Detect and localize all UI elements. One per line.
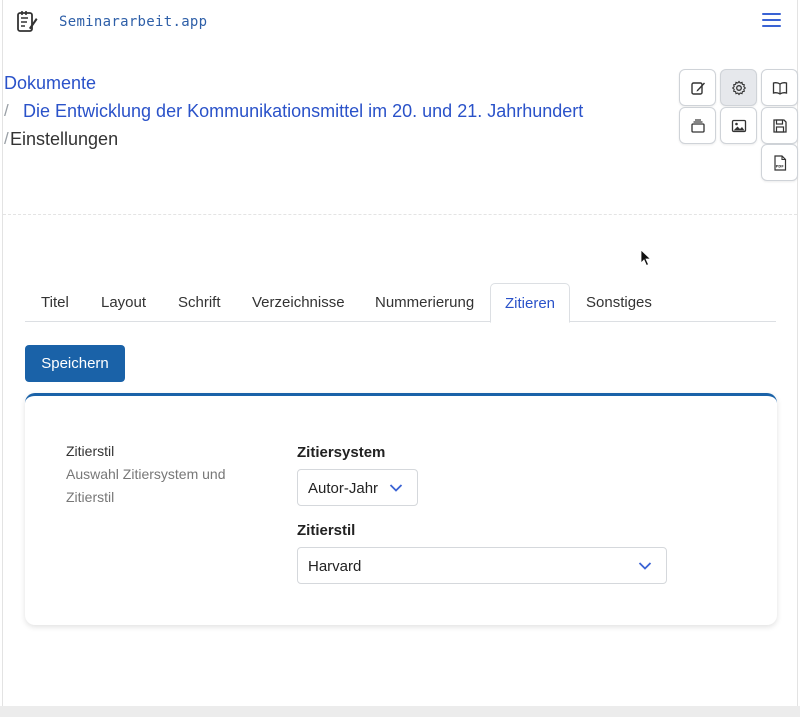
breadcrumb-current: Einstellungen [10,129,119,149]
tab-layout[interactable]: Layout [101,283,146,322]
app-title[interactable]: Seminararbeit.app [59,14,207,30]
stack-icon [690,118,705,133]
hamburger-menu-button[interactable] [762,13,786,33]
section-title: Zitierstil [66,443,115,459]
export-pdf-button[interactable]: PDF [761,144,798,181]
images-button[interactable] [720,107,757,144]
tab-titel[interactable]: Titel [41,283,69,322]
edit-button[interactable] [679,69,716,106]
header-divider [3,214,797,215]
layers-button[interactable] [679,107,716,144]
preview-book-button[interactable] [761,69,798,106]
menu-bar [762,13,781,15]
tab-verzeichnisse[interactable]: Verzeichnisse [252,283,345,322]
section-description: Auswahl Zitiersystem und Zitierstil [66,466,226,505]
tab-nummerierung[interactable]: Nummerierung [375,283,474,322]
save-document-button[interactable] [761,107,798,144]
tab-zitieren[interactable]: Zitieren [490,283,570,323]
pdf-label: PDF [775,164,784,168]
breadcrumb-document-link[interactable]: Die Entwicklung der Kommunikationsmittel… [23,101,583,122]
citation-system-value: Autor-Jahr [308,480,379,497]
citation-system-select[interactable]: Autor-Jahr [297,469,418,506]
bottom-scroll-area [0,706,800,717]
settings-button[interactable] [720,69,757,106]
notebook-logo-icon [17,11,38,32]
book-icon [772,81,787,95]
breadcrumb-separator: / [4,101,9,120]
image-icon [731,119,746,132]
tab-sonstiges[interactable]: Sonstiges [586,283,652,322]
save-button[interactable]: Speichern [25,345,125,382]
breadcrumb-documents-link[interactable]: Dokumente [4,73,96,94]
citation-style-value: Harvard [308,558,362,575]
chevron-down-icon [638,562,652,570]
menu-bar [762,25,781,27]
citation-settings-card: Zitierstil Auswahl Zitiersystem und Ziti… [25,393,777,625]
pdf-file-icon: PDF [773,154,786,171]
tab-schrift[interactable]: Schrift [178,283,221,322]
save-disk-icon [772,118,787,133]
citation-style-label: Zitierstil [297,522,356,539]
chevron-down-icon [389,484,403,492]
edit-icon [690,81,705,95]
citation-style-select[interactable]: Harvard [297,547,667,584]
menu-bar [762,19,781,21]
mouse-cursor-icon [640,249,652,267]
settings-tabs: Titel Layout Schrift Verzeichnisse Numme… [25,283,776,323]
citation-system-label: Zitiersystem [297,444,386,461]
breadcrumb-separator: / [4,129,9,148]
gear-icon [731,80,746,95]
